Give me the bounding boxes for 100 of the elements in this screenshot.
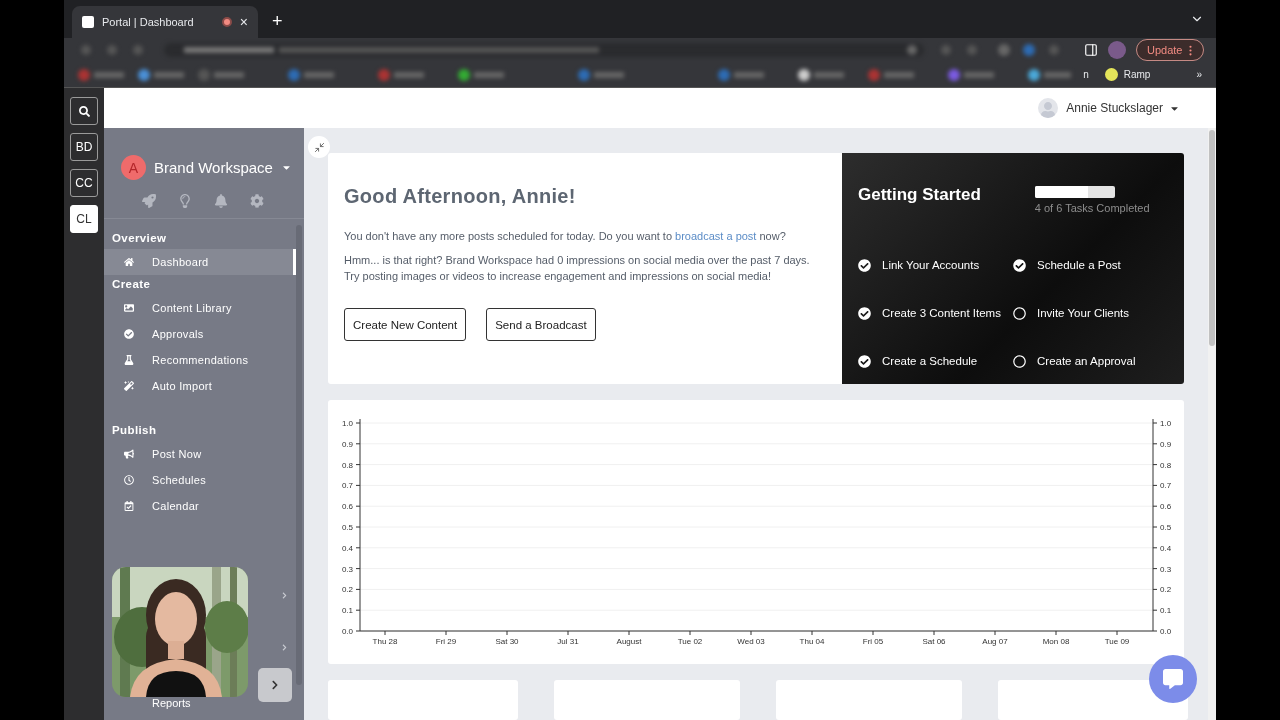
task-label: Link Your Accounts	[882, 259, 980, 271]
nav-item[interactable]: Reports	[152, 697, 191, 709]
more-bookmarks-button[interactable]: »	[1196, 69, 1202, 80]
bookmark-item[interactable]: Ramp	[1100, 68, 1155, 81]
lightbulb-icon[interactable]	[178, 194, 192, 208]
getting-started-title: Getting Started	[858, 185, 981, 206]
y-tick-label: 0.7	[1160, 481, 1172, 491]
broadcast-link[interactable]: broadcast a post	[675, 230, 757, 242]
search-icon	[78, 105, 90, 117]
x-tick-label: Fri 05	[862, 637, 884, 646]
section-heading: Publish	[111, 423, 158, 438]
x-tick-label: Thu 04	[799, 637, 825, 646]
user-avatar	[1038, 98, 1059, 118]
y-tick-label: 0.4	[1160, 543, 1172, 553]
scrollbar-thumb[interactable]	[1209, 130, 1215, 346]
tab-close-button[interactable]: ×	[239, 14, 248, 30]
y-tick-label: 0.8	[341, 460, 353, 470]
image-icon	[124, 303, 134, 313]
workspace-button[interactable]: CL	[70, 205, 98, 233]
megaphone-icon	[124, 449, 134, 459]
x-tick-label: Mon 08	[1042, 637, 1070, 646]
y-tick-label: 0.5	[1160, 523, 1172, 532]
y-tick-label: 0.9	[1160, 439, 1172, 449]
nav-item[interactable]: Calendar	[104, 493, 296, 519]
settings-icon[interactable]	[250, 194, 264, 208]
x-tick-label: Sat 30	[495, 637, 519, 646]
nav-item[interactable]: Schedules	[104, 467, 296, 493]
chevron-right-icon	[270, 680, 280, 690]
schedule-message: You don't have any more posts scheduled for today. Do you want to broadcast a post now?	[344, 229, 787, 244]
collapse-button[interactable]	[308, 136, 330, 158]
y-tick-label: 0.3	[341, 564, 353, 574]
rocket-icon[interactable]	[142, 194, 156, 208]
task-label: Create 3 Content Items	[882, 307, 1001, 319]
y-tick-label: 1.0	[1160, 419, 1172, 428]
browser-tab[interactable]: Portal | Dashboard ×	[72, 6, 258, 38]
x-tick-label: Tue 09	[1104, 637, 1130, 646]
y-tick-label: 0.0	[1160, 627, 1172, 636]
y-tick-label: 0.2	[341, 585, 353, 595]
workspace-button[interactable]: BD	[70, 133, 98, 161]
greeting-title: Good Afternoon, Annie!	[344, 185, 577, 208]
side-panel-icon[interactable]	[1084, 43, 1098, 57]
recording-icon	[221, 17, 232, 27]
home-icon	[124, 257, 134, 267]
y-tick-label: 0.1	[1160, 606, 1172, 616]
nav-item[interactable]: Recommendations	[104, 347, 296, 373]
x-tick-label: Sat 06	[922, 637, 946, 646]
task-label: Create an Approval	[1037, 355, 1136, 367]
nav-item[interactable]: Content Library	[104, 295, 296, 321]
new-tab-button[interactable]: +	[268, 11, 287, 32]
y-tick-label: 0.3	[1160, 564, 1172, 574]
section-heading: Create	[111, 277, 152, 292]
action-button[interactable]: Create New Content	[344, 308, 467, 341]
y-tick-label: 0.0	[341, 627, 353, 636]
y-tick-label: 1.0	[341, 419, 353, 428]
video-expand-button[interactable]	[258, 668, 292, 702]
nav-item[interactable]: Auto Import	[104, 373, 296, 399]
x-tick-label: August	[616, 637, 642, 646]
y-tick-label: 0.6	[341, 502, 353, 512]
workspace-button[interactable]: CC	[70, 169, 98, 197]
y-tick-label: 0.9	[341, 439, 353, 449]
section-heading: Overview	[111, 231, 168, 246]
y-tick-label: 0.5	[341, 523, 353, 532]
favicon-icon	[82, 16, 94, 28]
progress-label: 4 of 6 Tasks Completed	[1034, 202, 1150, 214]
x-tick-label: Aug 07	[982, 637, 1008, 646]
impressions-message: Hmm... is that right? Brand Workspace had 0 impressions on social media over the past 7 days. Try posting images or videos to increase engagement and impressions on social media!	[344, 253, 811, 284]
chevron-right-icon	[281, 592, 288, 599]
x-tick-label: Tue 02	[677, 637, 703, 646]
y-tick-label: 0.8	[1160, 460, 1172, 470]
update-button[interactable]: Update	[1136, 39, 1205, 61]
workspace-switcher[interactable]: Brand Workspace	[154, 159, 292, 176]
flask-icon	[124, 355, 134, 365]
search-button[interactable]	[70, 97, 98, 125]
y-tick-label: 0.6	[1160, 502, 1172, 512]
y-tick-label: 0.7	[341, 481, 353, 491]
workspace-avatar: A	[121, 155, 146, 180]
x-tick-label: Jul 31	[557, 637, 579, 646]
nav-item[interactable]: Post Now	[104, 441, 296, 467]
x-tick-label: Wed 03	[737, 637, 765, 646]
y-tick-label: 0.4	[341, 543, 353, 553]
bookmark-label[interactable]: n	[1083, 69, 1089, 80]
chat-button[interactable]	[1149, 655, 1197, 703]
profile-avatar[interactable]	[1108, 41, 1126, 59]
nav-item[interactable]: Approvals	[104, 321, 296, 347]
action-button[interactable]: Send a Broadcast	[486, 308, 596, 341]
tab-title: Portal | Dashboard	[102, 16, 195, 28]
bell-icon[interactable]	[214, 194, 228, 208]
x-tick-label: Thu 28	[372, 637, 398, 646]
x-tick-label: Fri 29	[435, 637, 457, 646]
y-tick-label: 0.2	[1160, 585, 1172, 595]
bookmark-favicon-icon	[1104, 68, 1118, 81]
chevron-right-icon	[281, 644, 288, 651]
collapse-arrows-icon	[313, 141, 325, 153]
chat-bubble-icon	[1163, 669, 1183, 689]
user-menu-button[interactable]: Annie Stuckslager	[1066, 101, 1180, 115]
calendar-icon	[124, 501, 134, 511]
task-label: Invite Your Clients	[1037, 307, 1130, 319]
wand-icon	[124, 381, 134, 391]
y-tick-label: 0.1	[341, 606, 353, 616]
task-label: Create a Schedule	[882, 355, 978, 367]
